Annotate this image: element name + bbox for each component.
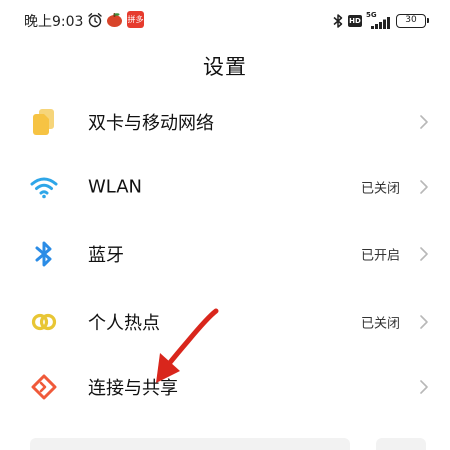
signal-bars-icon [371,17,390,29]
page-title: 设置 [203,55,247,79]
signal-strength-icon: 5G [366,11,390,29]
sim-card-icon [30,108,58,136]
alarm-clock-icon [88,13,102,28]
status-bar: 晚上9:03 拼多 HD 5G 30 [0,0,450,40]
hotspot-icon [30,308,58,336]
settings-row-hotspot[interactable]: 个人热点 已关闭 [0,289,450,355]
shopping-app-icon: 拼多 [127,11,144,28]
settings-row-connection-share[interactable]: 连接与共享 [0,354,450,420]
hd-voice-icon: HD [348,15,362,27]
settings-row-bluetooth[interactable]: 蓝牙 已开启 [0,221,450,287]
settings-row-wlan[interactable]: WLAN 已关闭 [0,154,450,220]
chevron-right-icon [420,115,428,129]
chevron-right-icon [420,180,428,194]
annotation-arrow-icon [156,308,219,383]
bluetooth-status-icon [333,14,343,28]
status-time: 晚上9:03 [24,14,84,30]
connection-share-icon [30,373,58,401]
row-value-wlan: 已关闭 [360,181,400,197]
chevron-right-icon [420,247,428,261]
row-label-dual-sim: 双卡与移动网络 [88,113,214,134]
next-section-card-right [376,438,426,450]
row-label-wlan: WLAN [88,176,143,198]
battery-icon: 30 [396,14,429,28]
status-right-group: HD 5G 30 [332,11,429,30]
bluetooth-icon [30,240,58,268]
chevron-right-icon [420,380,428,394]
wifi-icon [30,173,58,201]
next-section-card [30,438,350,450]
chevron-right-icon [420,315,428,329]
row-value-bluetooth: 已开启 [360,248,400,264]
row-value-hotspot: 已关闭 [360,316,400,332]
app-notification-icon [107,13,122,27]
settings-row-dual-sim[interactable]: 双卡与移动网络 [0,89,450,155]
settings-screen: 晚上9:03 拼多 HD 5G 30 设置 双卡与移动网络 WLAN 已关闭 蓝… [0,0,450,450]
row-label-bluetooth: 蓝牙 [88,245,124,266]
